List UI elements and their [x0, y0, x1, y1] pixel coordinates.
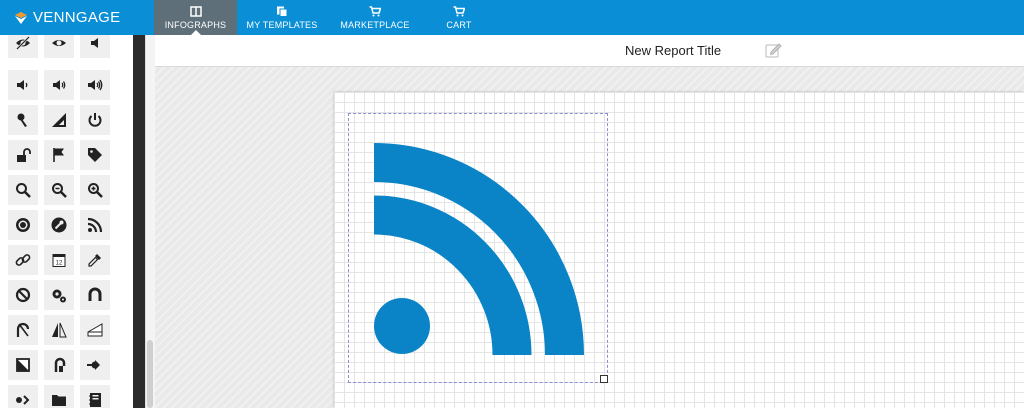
- icon-tile[interactable]: [80, 175, 110, 205]
- calendar-icon: 12: [52, 254, 66, 267]
- icon-tile[interactable]: [8, 175, 38, 205]
- icon-tile[interactable]: [8, 350, 38, 380]
- icon-tile[interactable]: [44, 105, 74, 135]
- arrow-right-icon: [87, 360, 100, 370]
- flag-icon: [53, 148, 64, 162]
- volume-high-icon: [88, 79, 103, 91]
- report-title[interactable]: New Report Title: [625, 43, 721, 58]
- icon-tile[interactable]: [80, 245, 110, 275]
- resize-handle[interactable]: [600, 375, 608, 383]
- icon-tile[interactable]: [44, 140, 74, 170]
- flip-icon: [52, 322, 67, 338]
- document-title-bar: New Report Title: [155, 35, 1024, 67]
- nav-marketplace[interactable]: MARKETPLACE: [327, 0, 423, 35]
- panel-divider: [133, 35, 145, 408]
- top-navigation-bar: VENNGAGE INFOGRAPHS MY TEMPLATES MARKETP…: [0, 0, 1024, 35]
- icon-tile[interactable]: [8, 210, 38, 240]
- rss-icon[interactable]: [374, 143, 584, 355]
- icon-tile[interactable]: [44, 315, 74, 345]
- main-nav: INFOGRAPHS MY TEMPLATES MARKETPLACE CART: [154, 0, 495, 35]
- triangle-ruler-icon: [52, 113, 66, 127]
- icon-tile[interactable]: [8, 105, 38, 135]
- icon-tile[interactable]: [8, 315, 38, 345]
- copy-icon: [277, 6, 288, 17]
- fork-icon: [16, 322, 30, 337]
- tag-icon: [88, 148, 102, 162]
- eye-icon: [52, 40, 66, 46]
- unlock-icon: [17, 148, 31, 162]
- crop-icon: [16, 358, 30, 372]
- icon-tile[interactable]: [80, 315, 110, 345]
- venngage-logo-icon: [15, 11, 27, 24]
- icon-tile[interactable]: [8, 385, 38, 408]
- icon-tile[interactable]: [44, 175, 74, 205]
- cart-icon: [369, 5, 381, 16]
- notebook-icon: [89, 393, 101, 407]
- icon-tile[interactable]: [8, 280, 38, 310]
- cart-icon: [453, 5, 465, 16]
- hand-icon: [54, 357, 66, 372]
- zoom-out-icon: [52, 183, 67, 198]
- key-icon: [17, 113, 27, 127]
- eyedropper-icon: [88, 254, 101, 267]
- icon-tile[interactable]: [80, 280, 110, 310]
- nav-marketplace-label: MARKETPLACE: [340, 19, 410, 30]
- power-icon: [88, 113, 102, 127]
- nav-my-templates[interactable]: MY TEMPLATES: [237, 0, 327, 35]
- icon-tile[interactable]: [44, 35, 74, 58]
- icon-tile[interactable]: [80, 140, 110, 170]
- icon-tile[interactable]: [44, 280, 74, 310]
- icon-library-panel: 12: [0, 35, 133, 408]
- wrench-icon: [51, 217, 67, 233]
- icon-tile[interactable]: [8, 140, 38, 170]
- icon-tile[interactable]: [8, 245, 38, 275]
- edit-icon[interactable]: [765, 42, 783, 58]
- ban-icon: [15, 287, 31, 303]
- folder-icon: [52, 395, 66, 406]
- zoom-in-icon: [88, 183, 103, 198]
- icon-tile[interactable]: [44, 70, 74, 100]
- icon-tile[interactable]: [44, 350, 74, 380]
- nav-cart-label: CART: [446, 19, 472, 30]
- icon-tile[interactable]: [80, 70, 110, 100]
- icon-tile[interactable]: [80, 350, 110, 380]
- icon-tile[interactable]: [44, 385, 74, 408]
- gear-icon: [16, 218, 30, 232]
- volume-low-icon: [17, 80, 28, 90]
- nav-cart[interactable]: CART: [423, 0, 495, 35]
- book-icon: [189, 5, 202, 17]
- volume-mid-icon: [53, 80, 66, 90]
- cogs-icon: [52, 289, 66, 303]
- icon-tile[interactable]: [80, 385, 110, 408]
- calendar-day: 12: [56, 261, 63, 267]
- sidebar-scrollbar-thumb[interactable]: [147, 340, 153, 408]
- volume-off-icon: [91, 38, 98, 48]
- icon-tile[interactable]: [80, 35, 110, 58]
- nav-infographs[interactable]: INFOGRAPHS: [154, 0, 237, 35]
- ruler-icon: [87, 323, 103, 337]
- icon-tile[interactable]: 12: [44, 245, 74, 275]
- icon-tile[interactable]: [80, 210, 110, 240]
- link-icon: [15, 254, 31, 266]
- icon-tile[interactable]: [44, 210, 74, 240]
- venngage-logo[interactable]: VENNGAGE: [0, 0, 154, 35]
- icon-tile[interactable]: [8, 70, 38, 100]
- search-icon: [16, 183, 31, 198]
- nav-infographs-label: INFOGRAPHS: [164, 19, 227, 30]
- eye-off-icon: [16, 36, 30, 50]
- icon-grid: 12: [8, 35, 116, 408]
- magnet-icon: [88, 287, 102, 301]
- icon-tile[interactable]: [80, 105, 110, 135]
- rss-icon: [87, 217, 103, 233]
- login-icon: [16, 395, 30, 405]
- nav-my-templates-label: MY TEMPLATES: [246, 19, 318, 30]
- brand-name: VENNGAGE: [33, 9, 121, 26]
- icon-tile[interactable]: [8, 35, 38, 58]
